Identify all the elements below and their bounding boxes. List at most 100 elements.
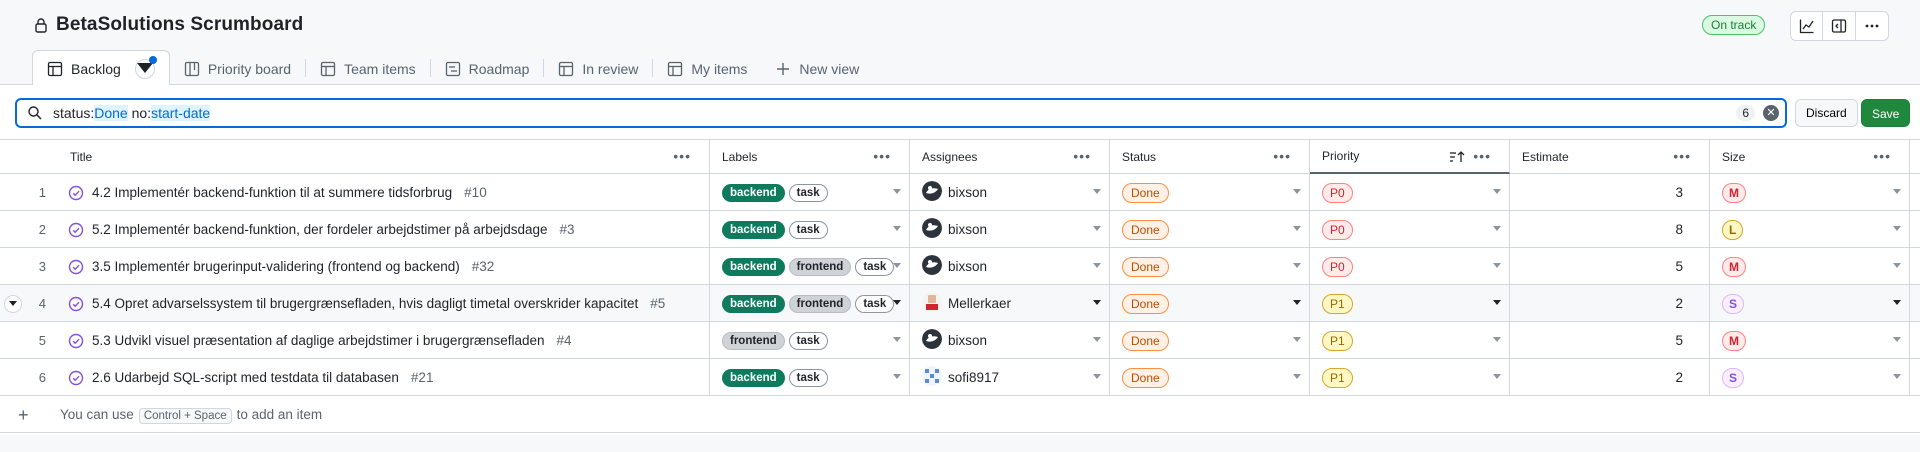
priority-cell[interactable]: P0 bbox=[1310, 248, 1510, 285]
table-row[interactable]: 1 4.2 Implementér backend-funktion til at… bbox=[0, 174, 1920, 211]
tab-in-review[interactable]: In review bbox=[544, 51, 652, 86]
estimate-cell[interactable]: 5 bbox=[1510, 248, 1710, 285]
status-cell[interactable]: Done bbox=[1110, 359, 1310, 396]
column-menu-icon[interactable]: ••• bbox=[1673, 148, 1691, 164]
item-title-link[interactable]: 4.2 Implementér backend-funktion til at … bbox=[92, 185, 452, 200]
chevron-down-icon[interactable] bbox=[893, 226, 901, 231]
chevron-down-icon[interactable] bbox=[893, 337, 901, 342]
chevron-down-icon[interactable] bbox=[1293, 189, 1301, 194]
more-options-button[interactable] bbox=[1856, 11, 1889, 41]
chevron-down-icon[interactable] bbox=[1293, 226, 1301, 231]
table-row[interactable]: 4 5.4 Opret advarselssystem til brugergræ… bbox=[0, 285, 1920, 322]
tab-team-items[interactable]: Team items bbox=[306, 51, 430, 86]
clear-filter-icon[interactable]: ✕ bbox=[1763, 105, 1779, 121]
status-badge[interactable]: On track bbox=[1702, 15, 1766, 35]
assignees-cell[interactable]: sofi8917 bbox=[910, 359, 1110, 396]
side-panel-button[interactable] bbox=[1823, 11, 1856, 41]
estimate-cell[interactable]: 3 bbox=[1510, 174, 1710, 211]
tab-roadmap[interactable]: Roadmap bbox=[431, 51, 544, 86]
chevron-down-icon[interactable] bbox=[1893, 300, 1901, 305]
chevron-down-icon[interactable] bbox=[1893, 189, 1901, 194]
chevron-down-icon[interactable] bbox=[893, 300, 901, 305]
chevron-down-icon[interactable] bbox=[1493, 189, 1501, 194]
priority-cell[interactable]: P1 bbox=[1310, 285, 1510, 322]
chevron-down-icon[interactable] bbox=[1293, 337, 1301, 342]
column-menu-icon[interactable]: ••• bbox=[1873, 148, 1891, 164]
header-labels[interactable]: Labels ••• bbox=[710, 140, 910, 174]
chevron-down-icon[interactable] bbox=[893, 374, 901, 379]
insights-button[interactable] bbox=[1790, 11, 1823, 41]
column-menu-icon[interactable]: ••• bbox=[673, 148, 691, 164]
filter-query[interactable]: status:Done no:start-date bbox=[53, 105, 211, 121]
header-title[interactable]: Title ••• bbox=[58, 140, 710, 174]
size-cell[interactable]: S bbox=[1710, 359, 1910, 396]
column-menu-icon[interactable]: ••• bbox=[873, 148, 891, 164]
title-cell[interactable]: 3.5 Implementér brugerinput-validering (… bbox=[58, 248, 710, 285]
status-cell[interactable]: Done bbox=[1110, 285, 1310, 322]
table-row[interactable]: 3 3.5 Implementér brugerinput-validering … bbox=[0, 248, 1920, 285]
chevron-down-icon[interactable] bbox=[1893, 374, 1901, 379]
chevron-down-icon[interactable] bbox=[1893, 337, 1901, 342]
column-menu-icon[interactable]: ••• bbox=[1273, 148, 1291, 164]
chevron-down-icon[interactable] bbox=[1093, 226, 1101, 231]
chevron-down-icon[interactable] bbox=[1093, 337, 1101, 342]
issue-number[interactable]: #32 bbox=[472, 259, 495, 274]
chevron-down-icon[interactable] bbox=[1893, 263, 1901, 268]
chevron-down-icon[interactable] bbox=[1293, 374, 1301, 379]
labels-cell[interactable]: frontend task bbox=[710, 322, 910, 359]
status-cell[interactable]: Done bbox=[1110, 248, 1310, 285]
priority-cell[interactable]: P0 bbox=[1310, 211, 1510, 248]
header-estimate[interactable]: Estimate ••• bbox=[1510, 140, 1710, 174]
issue-number[interactable]: #21 bbox=[411, 370, 434, 385]
header-size[interactable]: Size ••• bbox=[1710, 140, 1910, 174]
size-cell[interactable]: L bbox=[1710, 211, 1910, 248]
labels-cell[interactable]: backend task bbox=[710, 359, 910, 396]
add-item-row[interactable]: + You can use Control + Space to add an it… bbox=[0, 396, 1920, 433]
view-options-button[interactable] bbox=[134, 55, 157, 79]
filter-input[interactable]: status:Done no:start-date 6 ✕ bbox=[15, 98, 1787, 128]
size-cell[interactable]: M bbox=[1710, 248, 1910, 285]
issue-number[interactable]: #10 bbox=[464, 185, 487, 200]
labels-cell[interactable]: backend task bbox=[710, 211, 910, 248]
chevron-down-icon[interactable] bbox=[1493, 337, 1501, 342]
item-title-link[interactable]: 3.5 Implementér brugerinput-validering (… bbox=[92, 259, 460, 274]
chevron-down-icon[interactable] bbox=[1493, 226, 1501, 231]
issue-number[interactable]: #3 bbox=[560, 222, 575, 237]
title-cell[interactable]: 5.3 Udvikl visuel præsentation af daglig… bbox=[58, 322, 710, 359]
size-cell[interactable]: M bbox=[1710, 322, 1910, 359]
estimate-cell[interactable]: 8 bbox=[1510, 211, 1710, 248]
chevron-down-icon[interactable] bbox=[1293, 300, 1301, 305]
plus-icon[interactable]: + bbox=[18, 405, 29, 426]
status-cell[interactable]: Done bbox=[1110, 174, 1310, 211]
new-view-button[interactable]: New view bbox=[761, 51, 873, 86]
status-cell[interactable]: Done bbox=[1110, 322, 1310, 359]
item-title-link[interactable]: 2.6 Udarbejd SQL-script med testdata til… bbox=[92, 370, 399, 385]
chevron-down-icon[interactable] bbox=[1093, 263, 1101, 268]
status-cell[interactable]: Done bbox=[1110, 211, 1310, 248]
table-row[interactable]: 6 2.6 Udarbejd SQL-script med testdata ti… bbox=[0, 359, 1920, 396]
header-assignees[interactable]: Assignees ••• bbox=[910, 140, 1110, 174]
item-title-link[interactable]: 5.2 Implementér backend-funktion, der fo… bbox=[92, 222, 548, 237]
chevron-down-icon[interactable] bbox=[1093, 300, 1101, 305]
estimate-cell[interactable]: 5 bbox=[1510, 322, 1710, 359]
row-expand-button[interactable] bbox=[4, 295, 22, 313]
assignees-cell[interactable]: bixson bbox=[910, 211, 1110, 248]
discard-button[interactable]: Discard bbox=[1795, 99, 1858, 127]
tab-my-items[interactable]: My items bbox=[653, 51, 761, 86]
labels-cell[interactable]: backend frontend task bbox=[710, 248, 910, 285]
priority-cell[interactable]: P0 bbox=[1310, 174, 1510, 211]
assignees-cell[interactable]: bixson bbox=[910, 248, 1110, 285]
chevron-down-icon[interactable] bbox=[1093, 189, 1101, 194]
chevron-down-icon[interactable] bbox=[1493, 263, 1501, 268]
size-cell[interactable]: M bbox=[1710, 174, 1910, 211]
labels-cell[interactable]: backend task bbox=[710, 174, 910, 211]
issue-number[interactable]: #5 bbox=[650, 296, 665, 311]
header-status[interactable]: Status ••• bbox=[1110, 140, 1310, 174]
title-cell[interactable]: 5.4 Opret advarselssystem til brugergræn… bbox=[58, 285, 710, 322]
chevron-down-icon[interactable] bbox=[893, 263, 901, 268]
issue-number[interactable]: #4 bbox=[557, 333, 572, 348]
title-cell[interactable]: 5.2 Implementér backend-funktion, der fo… bbox=[58, 211, 710, 248]
assignees-cell[interactable]: bixson bbox=[910, 174, 1110, 211]
estimate-cell[interactable]: 2 bbox=[1510, 359, 1710, 396]
chevron-down-icon[interactable] bbox=[893, 189, 901, 194]
